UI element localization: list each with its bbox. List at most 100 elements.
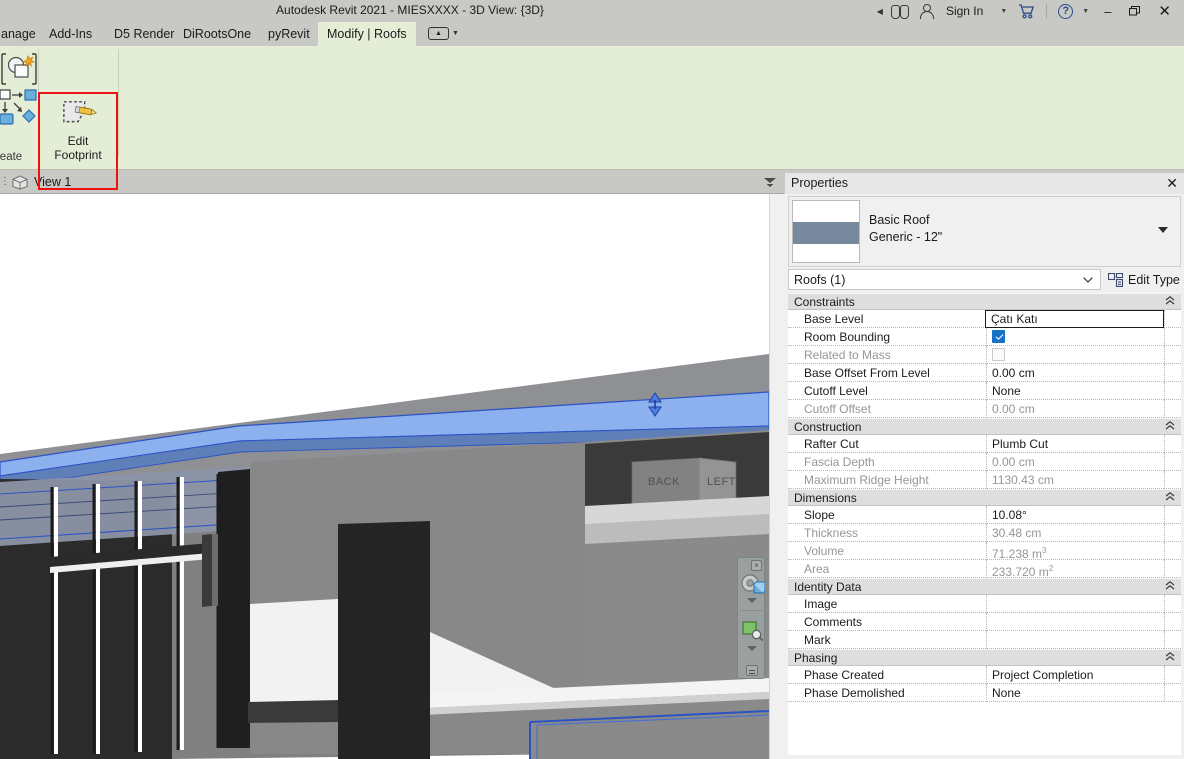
type-selector-chevron-down-icon[interactable] (1158, 227, 1168, 234)
property-group-header[interactable]: Constraints (788, 293, 1181, 310)
property-group-header[interactable]: Identity Data (788, 578, 1181, 595)
group-collapse-chevron-icon[interactable] (1165, 421, 1175, 432)
property-name: Area (788, 560, 986, 578)
view-tab-chevron-down-icon[interactable] (764, 178, 776, 187)
steering-wheel-icon[interactable] (741, 574, 765, 596)
property-group-label: Dimensions (794, 491, 857, 505)
property-row[interactable]: Volume 71.238 m3 (788, 542, 1181, 561)
tab-manage[interactable]: anage (0, 22, 45, 46)
property-value-cell[interactable]: Project Completion (986, 666, 1164, 684)
steering-wheel-chevron-down-icon[interactable] (747, 598, 757, 604)
property-value-cell[interactable]: 233.720 m2 (986, 560, 1164, 579)
zoom-chevron-down-icon[interactable] (747, 646, 757, 652)
group-collapse-chevron-icon[interactable] (1165, 296, 1175, 307)
property-value-cell[interactable]: 30.48 cm (986, 524, 1164, 542)
property-row[interactable]: Phase Created Project Completion (788, 666, 1181, 684)
property-row[interactable]: Mark (788, 631, 1181, 649)
collapse-ribbon-arrow-icon[interactable]: ◀ (874, 0, 886, 22)
panel-divider (38, 49, 39, 157)
property-checkbox[interactable] (992, 330, 1005, 343)
edit-footprint-icon[interactable] (60, 98, 98, 132)
property-group-header[interactable]: Dimensions (788, 489, 1181, 506)
property-row-endcap (1164, 471, 1181, 489)
view-tab-label[interactable]: View 1 (34, 175, 71, 189)
property-group-header[interactable]: Construction (788, 418, 1181, 435)
tab-d5-render[interactable]: D5 Render (105, 22, 183, 46)
help-chevron-down-icon[interactable]: ▼ (1082, 8, 1089, 15)
create-geometry-icon[interactable] (0, 52, 38, 88)
property-row[interactable]: Base Level Çatı Katı (788, 310, 1181, 328)
property-row[interactable]: Related to Mass (788, 346, 1181, 364)
restore-button[interactable] (1120, 0, 1149, 22)
property-row[interactable]: Thickness 30.48 cm (788, 524, 1181, 542)
property-value-cell[interactable] (986, 346, 1164, 364)
property-value-cell[interactable]: Plumb Cut (986, 435, 1164, 453)
type-selector[interactable]: Basic Roof Generic - 12" (788, 196, 1181, 267)
property-checkbox[interactable] (992, 348, 1005, 361)
ribbon-tab-strip: anage Add-Ins D5 Render DiRootsOne pyRev… (0, 22, 1184, 46)
zoom-region-icon[interactable] (742, 621, 764, 641)
group-collapse-chevron-icon[interactable] (1165, 652, 1175, 663)
property-row[interactable]: Rafter Cut Plumb Cut (788, 435, 1181, 453)
close-button[interactable]: ✕ (1149, 0, 1180, 22)
tab-modify-roofs[interactable]: Modify | Roofs (318, 22, 416, 46)
property-value-cell[interactable]: 0.00 cm (986, 453, 1164, 471)
property-value-cell[interactable] (986, 631, 1164, 649)
help-icon[interactable]: ? (1053, 0, 1078, 22)
panel-splitter[interactable] (769, 194, 785, 759)
property-row[interactable]: Base Offset From Level 0.00 cm (788, 364, 1181, 382)
property-value-cell[interactable]: 10.08° (986, 506, 1164, 524)
property-name: Thickness (788, 524, 986, 542)
edit-type-button[interactable]: Edit Type (1108, 269, 1180, 290)
property-value-cell[interactable]: 0.00 cm (986, 364, 1164, 382)
property-value-cell[interactable]: None (986, 382, 1164, 400)
property-value-cell[interactable] (986, 595, 1164, 613)
property-value-cell[interactable]: 71.238 m3 (986, 542, 1164, 561)
navbar-options-icon[interactable] (746, 665, 758, 676)
tab-add-ins[interactable]: Add-Ins (40, 22, 101, 46)
property-row[interactable]: Slope 10.08° (788, 506, 1181, 524)
shopping-cart-icon[interactable] (1013, 0, 1040, 22)
property-group-header[interactable]: Phasing (788, 649, 1181, 666)
tab-pyrevit[interactable]: pyRevit (259, 22, 319, 46)
edit-footprint-button[interactable]: Edit Footprint (40, 134, 116, 162)
category-combobox[interactable]: Roofs (1) (788, 269, 1101, 290)
property-row[interactable]: Comments (788, 613, 1181, 631)
sign-in-chevron-down-icon[interactable]: ▼ (1000, 8, 1007, 15)
type-name-label: Generic - 12" (869, 230, 943, 244)
toolbar-divider (1046, 3, 1048, 19)
minimize-button[interactable]: – (1095, 0, 1120, 22)
group-collapse-chevron-icon[interactable] (1165, 492, 1175, 503)
property-value: Plumb Cut (992, 437, 1049, 451)
property-row[interactable]: Fascia Depth 0.00 cm (788, 453, 1181, 471)
create-shape-tools-icon[interactable] (0, 88, 40, 128)
3d-viewport[interactable]: BACK LEFT × (0, 194, 769, 759)
property-row[interactable]: Maximum Ridge Height 1130.43 cm (788, 471, 1181, 489)
property-value-cell[interactable]: 0.00 cm (986, 400, 1164, 418)
property-row[interactable]: Image (788, 595, 1181, 613)
sign-in-button[interactable]: Sign In (938, 0, 988, 22)
property-row[interactable]: Area 233.720 m2 (788, 560, 1181, 579)
property-row[interactable]: Phase Demolished None (788, 684, 1181, 702)
tab-dirootsone[interactable]: DiRootsOne (174, 22, 260, 46)
property-row[interactable]: Room Bounding (788, 328, 1181, 346)
navbar-close-icon[interactable]: × (751, 560, 762, 571)
chevron-down-icon[interactable]: ▼ (452, 30, 459, 37)
binoculars-icon[interactable] (886, 0, 914, 22)
property-value-cell[interactable] (986, 328, 1164, 346)
property-value-cell[interactable]: Çatı Katı (985, 310, 1164, 328)
property-value-cell[interactable] (986, 613, 1164, 631)
property-row[interactable]: Cutoff Level None (788, 382, 1181, 400)
property-value: 1130.43 cm (992, 473, 1054, 487)
category-value: Roofs (1) (794, 273, 846, 287)
group-collapse-chevron-icon[interactable] (1165, 581, 1175, 592)
navigation-bar[interactable]: × (737, 557, 765, 679)
properties-close-button[interactable]: ✕ (1166, 174, 1178, 192)
category-chevron-down-icon[interactable] (1083, 277, 1093, 284)
property-value-superscript: 3 (1042, 546, 1047, 555)
property-value-cell[interactable]: None (986, 684, 1164, 702)
property-row[interactable]: Cutoff Offset 0.00 cm (788, 400, 1181, 418)
property-value-cell[interactable]: 1130.43 cm (986, 471, 1164, 489)
ribbon-display-options[interactable]: ▲ ▼ (428, 25, 459, 42)
person-icon[interactable] (914, 0, 938, 22)
